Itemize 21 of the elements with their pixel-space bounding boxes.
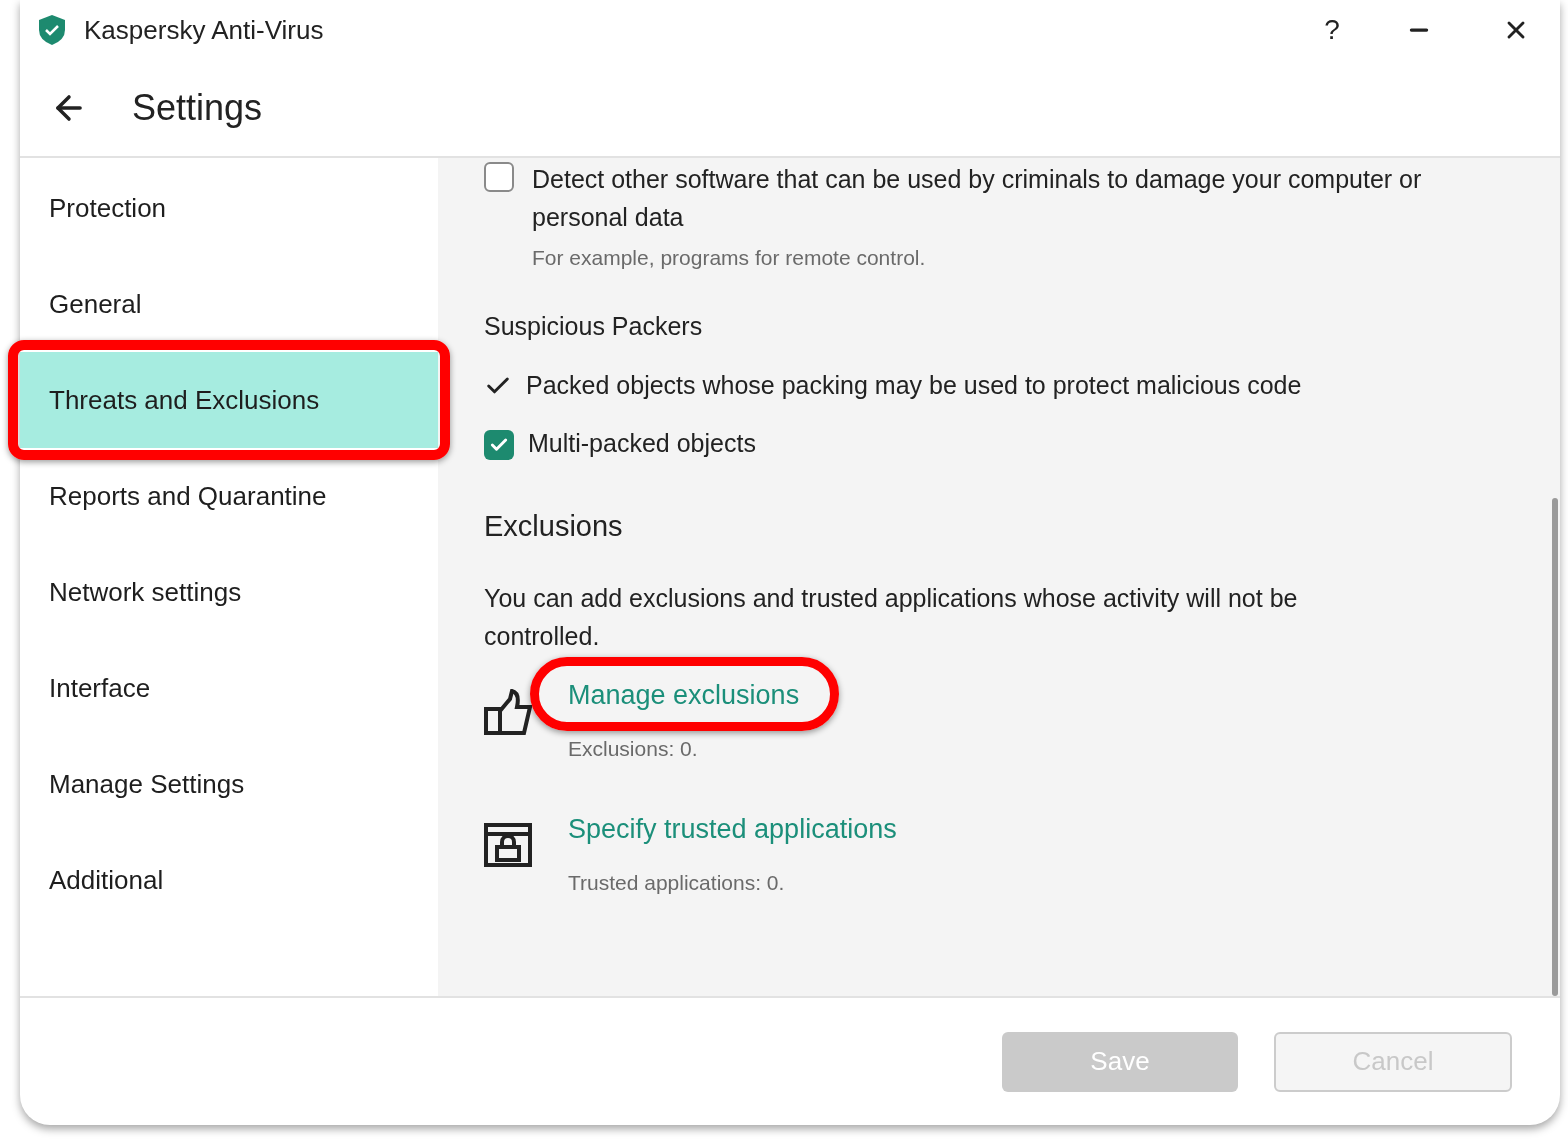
checkbox[interactable]: [484, 162, 514, 192]
section-heading: Suspicious Packers: [484, 310, 704, 342]
sidebar-item[interactable]: Threats and Exclusions: [20, 352, 438, 448]
help-button[interactable]: ?: [1312, 9, 1352, 51]
option-label: Packed objects whose packing may be used to protect malicious code: [526, 370, 1302, 402]
section-description: You can add exclusions and trusted applications whose activity will not be controlled.: [484, 582, 1299, 652]
count-text: Trusted applications: 0.: [568, 870, 786, 896]
shield-check-icon: [38, 14, 66, 46]
section-heading: Exclusions: [484, 509, 624, 544]
option-label: Multi-packed objects: [528, 428, 756, 460]
option-note: For example, programs for remote control.: [532, 245, 927, 271]
option-label: Detect other software that can be used by criminals to damage your computer or personal data: [532, 164, 1423, 233]
thumbs-up-icon: [484, 688, 532, 735]
window-title: Kaspersky Anti-Virus: [84, 13, 324, 47]
checkbox[interactable]: [484, 430, 514, 460]
count-text: Exclusions: 0.: [568, 736, 699, 762]
locked-window-icon: [484, 822, 532, 867]
link[interactable]: Manage exclusions: [568, 679, 800, 710]
link[interactable]: Specify trusted applications: [568, 813, 897, 844]
page-title: Settings: [132, 86, 263, 130]
scrollbar[interactable]: [1552, 498, 1558, 996]
